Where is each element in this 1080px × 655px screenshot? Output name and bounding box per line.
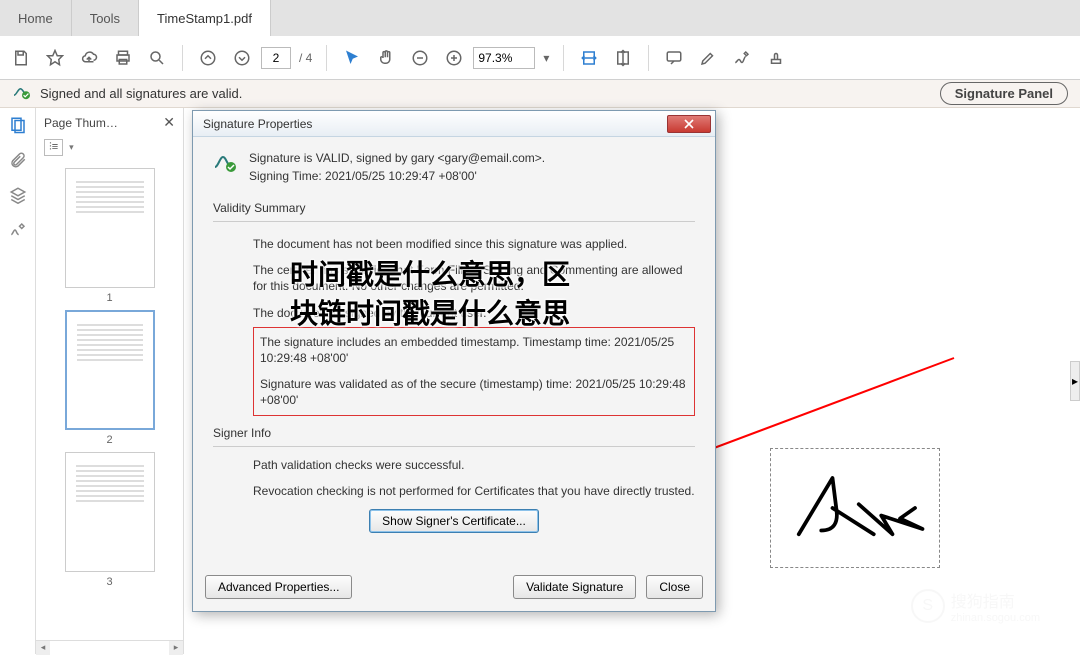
signer-info-item: Path validation checks were successful.: [253, 457, 695, 473]
close-panel-icon[interactable]: ✕: [163, 114, 175, 131]
signing-time-text: Signing Time: 2021/05/25 10:29:47 +08'00…: [249, 169, 545, 183]
toolbar-separator: [563, 45, 564, 71]
thumbnails-list[interactable]: 1 2 3: [36, 162, 183, 640]
validity-item: Signature was validated as of the secure…: [260, 376, 688, 408]
section-divider: [213, 446, 695, 447]
watermark: S 搜狗指南 zhinan.sogou.com: [911, 588, 1040, 624]
page-up-icon[interactable]: [193, 43, 223, 73]
tab-home[interactable]: Home: [0, 0, 72, 36]
page-total: / 4: [295, 51, 316, 65]
advanced-properties-button[interactable]: Advanced Properties...: [205, 575, 352, 599]
comment-icon[interactable]: [659, 43, 689, 73]
toolbar-separator: [326, 45, 327, 71]
signature-valid-icon: [12, 84, 32, 103]
collapse-handle-icon[interactable]: ▸: [1070, 361, 1080, 401]
validity-item: The document is signed by the current us…: [253, 305, 695, 321]
zoom-out-icon[interactable]: [405, 43, 435, 73]
signature-properties-dialog: Signature Properties Signature is VALID,…: [192, 110, 716, 612]
thumbnail-item[interactable]: 3: [65, 452, 155, 588]
watermark-logo-icon: S: [911, 589, 945, 623]
toolbar: / 4 ▾: [0, 36, 1080, 80]
signature-valid-text: Signature is VALID, signed by gary <gary…: [249, 151, 545, 165]
hand-icon[interactable]: [371, 43, 401, 73]
thumbnails-icon[interactable]: [9, 116, 27, 137]
toolbar-separator: [182, 45, 183, 71]
watermark-brand: 搜狗指南: [951, 588, 1040, 612]
thumbnails-h-scrollbar[interactable]: ◂ ▸: [36, 640, 183, 654]
toolbar-separator: [648, 45, 649, 71]
thumbnail-item[interactable]: 2: [65, 310, 155, 446]
fit-page-icon[interactable]: [608, 43, 638, 73]
zoom-select[interactable]: [473, 47, 535, 69]
thumbnails-panel: Page Thum… ✕ ⫶≡ ▾ 1 2 3 ◂ ▸: [36, 108, 184, 654]
save-icon[interactable]: [6, 43, 36, 73]
print-icon[interactable]: [108, 43, 138, 73]
search-icon[interactable]: [142, 43, 172, 73]
validity-summary-title: Validity Summary: [213, 201, 695, 215]
signature-status-text: Signed and all signatures are valid.: [40, 86, 940, 101]
thumbnail-number: 3: [65, 576, 155, 588]
scroll-left-icon[interactable]: ◂: [36, 641, 50, 655]
thumbnail-options-dropdown-icon[interactable]: ▾: [69, 142, 74, 153]
validity-item: The document has not been modified since…: [253, 236, 695, 252]
layers-icon[interactable]: [9, 186, 27, 207]
sign-icon[interactable]: [727, 43, 757, 73]
dialog-title: Signature Properties: [203, 117, 312, 131]
signature-valid-icon: [213, 151, 237, 187]
signatures-icon[interactable]: [9, 221, 27, 242]
close-button[interactable]: Close: [646, 575, 703, 599]
signer-info-item: Revocation checking is not performed for…: [253, 483, 695, 499]
signer-info-title: Signer Info: [213, 426, 695, 440]
page-down-icon[interactable]: [227, 43, 257, 73]
top-tabs: Home Tools TimeStamp1.pdf: [0, 0, 1080, 36]
dialog-titlebar[interactable]: Signature Properties: [193, 111, 715, 137]
thumbnail-options-button[interactable]: ⫶≡: [44, 139, 63, 156]
thumbnails-title: Page Thum…: [44, 116, 118, 130]
tab-tools[interactable]: Tools: [72, 0, 139, 36]
zoom-dropdown-icon[interactable]: ▾: [539, 51, 553, 65]
dialog-close-button[interactable]: [667, 115, 711, 133]
section-divider: [213, 221, 695, 222]
thumbnail-number: 2: [65, 434, 155, 446]
cloud-icon[interactable]: [74, 43, 104, 73]
page-number-input[interactable]: [261, 47, 291, 69]
signature-panel-button[interactable]: Signature Panel: [940, 82, 1068, 105]
signature-status-bar: Signed and all signatures are valid. Sig…: [0, 80, 1080, 108]
validity-item: The signature includes an embedded times…: [260, 334, 688, 366]
side-nav: [0, 108, 36, 654]
watermark-url: zhinan.sogou.com: [951, 612, 1040, 624]
star-icon[interactable]: [40, 43, 70, 73]
attachments-icon[interactable]: [9, 151, 27, 172]
highlighted-validity-box: The signature includes an embedded times…: [253, 327, 695, 416]
validate-signature-button[interactable]: Validate Signature: [513, 575, 636, 599]
thumbnail-item[interactable]: 1: [65, 168, 155, 304]
thumbnail-number: 1: [65, 292, 155, 304]
validity-item: The certifier has specified that Form Fi…: [253, 262, 695, 294]
stamp-icon[interactable]: [761, 43, 791, 73]
scroll-right-icon[interactable]: ▸: [169, 641, 183, 655]
show-certificate-button[interactable]: Show Signer's Certificate...: [369, 509, 539, 533]
highlight-icon[interactable]: [693, 43, 723, 73]
tab-document[interactable]: TimeStamp1.pdf: [139, 0, 271, 36]
zoom-in-icon[interactable]: [439, 43, 469, 73]
pointer-icon[interactable]: [337, 43, 367, 73]
fit-width-icon[interactable]: [574, 43, 604, 73]
